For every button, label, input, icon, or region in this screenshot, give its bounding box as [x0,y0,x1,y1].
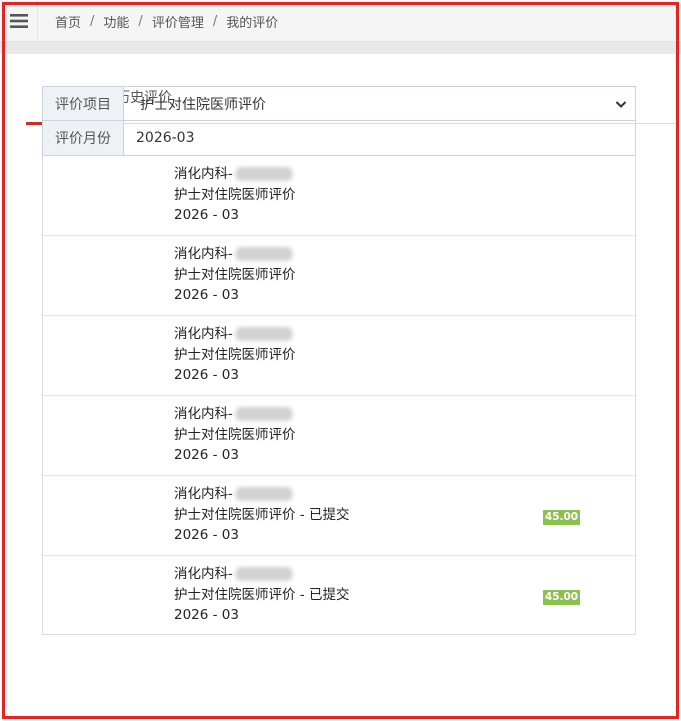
list-item-dept: 消化内科- [174,406,233,422]
breadcrumb: 首页 / 功能 / 评价管理 / 我的评价 [55,12,278,31]
list-item[interactable]: 消化内科- 护士对住院医师评价 2026 - 03 [43,396,635,476]
list-item-date: 2026 - 03 [174,527,239,543]
list-item-date: 2026 - 03 [174,207,239,223]
list-item-title: 护士对住院医师评价 [174,426,296,443]
list-item-title: 护士对住院医师评价 [174,266,296,283]
redacted-name [234,407,293,421]
top-bar: 首页 / 功能 / 评价管理 / 我的评价 [0,0,681,42]
list-item-dept: 消化内科- [174,246,233,262]
list-item-text: 消化内科- 护士对住院医师评价 2026 - 03 [174,324,296,386]
list-item-text: 消化内科- 护士对住院医师评价 2026 - 03 [174,164,296,226]
breadcrumb-evaluation-management[interactable]: 评价管理 [152,12,204,31]
list-item-date: 2026 - 03 [174,367,239,383]
list-item[interactable]: 消化内科- 护士对住院医师评价 - 已提交 2026 - 03 45.00 [43,556,635,636]
menu-toggle-button[interactable] [0,0,38,42]
list-item[interactable]: 消化内科- 护士对住院医师评价 - 已提交 2026 - 03 45.00 [43,476,635,556]
list-item-text: 消化内科- 护士对住院医师评价 - 已提交 2026 - 03 [174,564,349,626]
redacted-name [234,487,293,501]
list-item-text: 消化内科- 护士对住院医师评价 - 已提交 2026 - 03 [174,484,349,546]
breadcrumb-separator: / [212,14,218,29]
list-item-dept: 消化内科- [174,486,233,502]
list-item-dept: 消化内科- [174,166,233,182]
evaluation-list: 消化内科- 护士对住院医师评价 2026 - 03 消化内科- 护士对住院医师评… [42,155,636,635]
list-item-date: 2026 - 03 [174,607,239,623]
list-item-text: 消化内科- 护士对住院医师评价 2026 - 03 [174,244,296,306]
breadcrumb-home[interactable]: 首页 [55,12,81,31]
list-item-dept: 消化内科- [174,566,233,582]
redacted-name [234,327,293,341]
month-row: 评价月份 2026-03 [42,121,636,156]
list-item-dept: 消化内科- [174,326,233,342]
redacted-name [234,167,293,181]
filter-form: 评价项目 护士对住院医师评价 评价月份 2026-03 [42,86,636,156]
header-divider-band [0,42,681,54]
list-item-title: 护士对住院医师评价 - 已提交 [174,506,350,523]
list-item-dept-line: 消化内科- [174,484,349,505]
month-label: 评价月份 [43,121,124,155]
list-item[interactable]: 消化内科- 护士对住院医师评价 2026 - 03 [43,156,635,236]
list-item-title: 护士对住院医师评价 [174,346,296,363]
list-item-text: 消化内科- 护士对住院医师评价 2026 - 03 [174,404,296,466]
list-item-date: 2026 - 03 [174,447,239,463]
project-row: 评价项目 护士对住院医师评价 [42,86,636,121]
list-item-title: 护士对住院医师评价 - 已提交 [174,586,350,603]
list-item[interactable]: 消化内科- 护士对住院医师评价 2026 - 03 [43,236,635,316]
list-item-dept-line: 消化内科- [174,164,296,185]
list-item-dept-line: 消化内科- [174,564,349,585]
breadcrumb-separator: / [90,14,95,29]
score-badge: 45.00 [543,510,580,525]
month-input[interactable]: 2026-03 [124,121,635,155]
list-item-dept-line: 消化内科- [174,404,296,425]
project-select-value: 护士对住院医师评价 [140,96,266,113]
list-item-dept-line: 消化内科- [174,324,296,345]
redacted-name [234,247,293,261]
list-item-dept-line: 消化内科- [174,244,296,265]
breadcrumb-current-page: 我的评价 [226,16,279,31]
hamburger-menu-icon [9,14,28,28]
list-item[interactable]: 消化内科- 护士对住院医师评价 2026 - 03 [43,316,635,396]
project-select[interactable]: 护士对住院医师评价 [124,87,635,120]
list-item-date: 2026 - 03 [174,287,239,303]
redacted-name [234,567,293,581]
list-item-title: 护士对住院医师评价 [174,186,296,203]
breadcrumb-function[interactable]: 功能 [103,12,129,31]
score-badge: 45.00 [543,590,580,605]
breadcrumb-separator: / [138,14,143,29]
project-label: 评价项目 [43,87,124,120]
chevron-down-icon [615,101,627,108]
